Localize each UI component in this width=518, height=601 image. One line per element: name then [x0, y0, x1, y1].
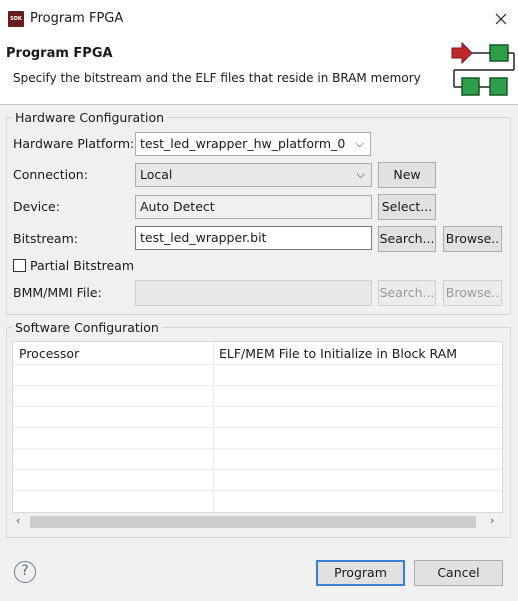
bmm-browse-button[interactable]: Browse..	[443, 280, 502, 306]
processor-elf-table[interactable]: Processor ELF/MEM File to Initialize in …	[12, 341, 503, 513]
table-row[interactable]	[13, 406, 502, 427]
window-title: Program FPGA	[30, 11, 124, 26]
hardware-platform-label: Hardware Platform:	[13, 136, 135, 151]
table-row[interactable]	[13, 364, 502, 385]
connection-select[interactable]: Local ⌵	[135, 163, 372, 187]
device-label: Device:	[13, 199, 60, 214]
new-connection-button[interactable]: New	[378, 162, 436, 188]
hardware-config-legend: Hardware Configuration	[12, 110, 168, 125]
select-device-button[interactable]: Select...	[378, 194, 436, 220]
partial-bitstream-label: Partial Bitstream	[30, 258, 135, 273]
table-row[interactable]	[13, 385, 502, 406]
scrollbar-thumb[interactable]	[30, 516, 476, 528]
connection-label: Connection:	[13, 167, 88, 182]
bmm-file-label: BMM/MMI File:	[13, 285, 102, 300]
software-config-legend: Software Configuration	[12, 320, 162, 335]
bitstream-search-button[interactable]: Search...	[378, 226, 436, 252]
close-button[interactable]	[488, 6, 514, 32]
bmm-file-input[interactable]	[135, 280, 372, 306]
header-title: Program FPGA	[6, 46, 113, 61]
partial-bitstream-checkbox[interactable]	[13, 259, 26, 272]
bitstream-label: Bitstream:	[13, 231, 78, 246]
table-row[interactable]	[13, 490, 502, 511]
scroll-left-icon[interactable]: ‹	[16, 514, 20, 527]
program-button[interactable]: Program	[316, 560, 405, 586]
hardware-platform-select[interactable]: test_led_wrapper_hw_platform_0 ⌵	[135, 132, 371, 156]
chevron-down-icon: ⌵	[355, 137, 364, 150]
table-row[interactable]	[13, 427, 502, 448]
bitstream-input[interactable]: test_led_wrapper.bit	[135, 226, 372, 250]
sdk-app-icon: SDK	[8, 11, 24, 27]
close-icon	[495, 13, 507, 25]
table-row[interactable]	[13, 448, 502, 469]
help-icon[interactable]: ?	[14, 561, 36, 583]
header-description: Specify the bitstream and the ELF files …	[13, 71, 421, 85]
scroll-right-icon[interactable]: ›	[490, 514, 494, 527]
hardware-platform-value: test_led_wrapper_hw_platform_0	[140, 136, 346, 151]
bitstream-browse-button[interactable]: Browse..	[443, 226, 502, 252]
cancel-button[interactable]: Cancel	[414, 560, 503, 586]
chevron-down-icon: ⌵	[356, 168, 365, 181]
fpga-banner-icon	[451, 41, 515, 96]
table-row[interactable]	[13, 469, 502, 490]
column-header-elf-file[interactable]: ELF/MEM File to Initialize in Block RAM	[213, 342, 502, 364]
device-field: Auto Detect	[135, 195, 372, 219]
column-header-processor[interactable]: Processor	[13, 342, 213, 364]
bmm-search-button[interactable]: Search...	[378, 280, 436, 306]
connection-value: Local	[140, 167, 173, 182]
